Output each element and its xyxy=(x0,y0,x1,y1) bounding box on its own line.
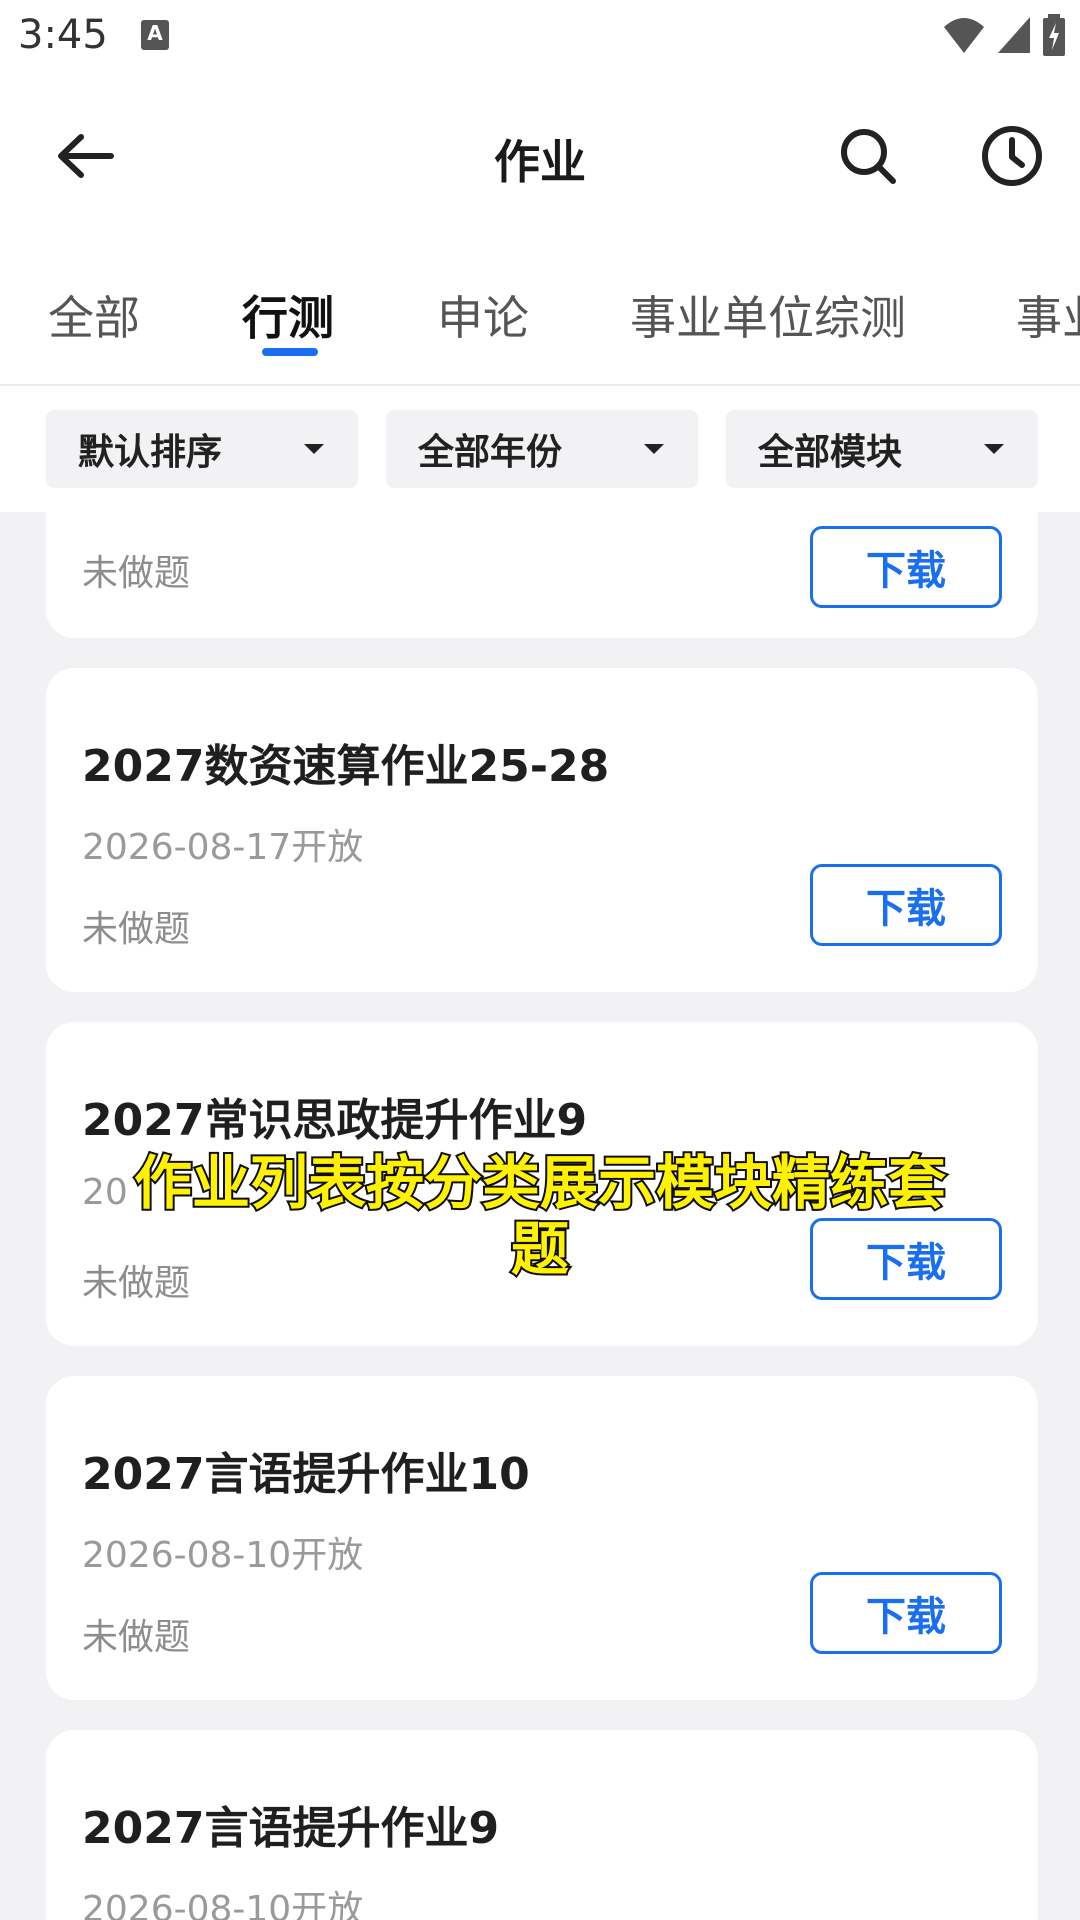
open-date: 2026-08-17开放 xyxy=(82,827,364,868)
homework-title: 2027言语提升作业9 xyxy=(82,1803,500,1854)
app-screen: 3:45 A 作业 全部 行测 申论 事业单位综测 事 默认排序 全部年份 全部… xyxy=(0,0,1080,1920)
status-time: 3:45 xyxy=(18,12,108,58)
status-bar: 3:45 A xyxy=(0,0,1080,76)
open-date: 2026-08-10开放 xyxy=(82,1889,364,1920)
tab-shiye[interactable]: 事业 xyxy=(1016,282,1080,348)
clock-icon xyxy=(982,126,1042,186)
year-dropdown-label: 全部年份 xyxy=(418,432,563,473)
wifi-icon xyxy=(944,18,984,53)
search-button[interactable] xyxy=(834,122,902,190)
status-icons xyxy=(942,14,1066,56)
homework-title: 2027言语提升作业10 xyxy=(82,1449,530,1500)
completion-status: 未做题 xyxy=(82,909,191,950)
caret-down-icon xyxy=(644,444,664,454)
video-caption: 作业列表按分类展示模块精练套 题 xyxy=(60,1148,1020,1284)
tab-shenlun[interactable]: 申论 xyxy=(437,282,529,348)
search-icon xyxy=(841,129,896,184)
list-item[interactable]: 2027言语提升作业10 2026-08-10开放 未做题 下载 xyxy=(46,1376,1038,1700)
tab-xingce[interactable]: 行测 xyxy=(242,282,334,348)
completion-status: 未做题 xyxy=(82,1617,191,1658)
category-tabs: 全部 行测 申论 事业单位综测 事业 xyxy=(0,236,1080,386)
sort-dropdown[interactable]: 默认排序 xyxy=(46,410,358,488)
download-button[interactable]: 下载 xyxy=(810,864,1002,946)
caret-down-icon xyxy=(984,444,1004,454)
filter-bar: 默认排序 全部年份 全部模块 xyxy=(0,386,1080,512)
list-item[interactable]: 2027数资速算作业25-28 2026-08-17开放 未做题 下载 xyxy=(46,668,1038,992)
history-button[interactable] xyxy=(978,122,1046,190)
caption-line-1: 作业列表按分类展示模块精练套 xyxy=(132,1148,948,1218)
page-title: 作业 xyxy=(494,135,586,189)
sort-dropdown-label: 默认排序 xyxy=(78,432,223,473)
caret-down-icon xyxy=(304,444,324,454)
app-header: 作业 xyxy=(0,76,1080,236)
download-button[interactable]: 下载 xyxy=(810,526,1002,608)
cell-signal-icon xyxy=(998,17,1030,53)
battery-icon xyxy=(1043,14,1065,56)
list-item[interactable]: 2027言语提升作业9 2026-08-10开放 xyxy=(46,1730,1038,1920)
completion-status: 未做题 xyxy=(82,553,191,594)
notification-icon: A xyxy=(141,20,169,50)
download-button[interactable]: 下载 xyxy=(810,1572,1002,1654)
homework-title: 2027数资速算作业25-28 xyxy=(82,741,610,792)
tab-shiye-zongce[interactable]: 事业单位综测 xyxy=(630,282,906,348)
module-dropdown-label: 全部模块 xyxy=(758,432,903,473)
list-item[interactable]: 未做题 下载 xyxy=(46,512,1038,638)
module-dropdown[interactable]: 全部模块 xyxy=(726,410,1038,488)
open-date: 2026-08-10开放 xyxy=(82,1535,364,1576)
active-tab-indicator xyxy=(262,348,318,356)
year-dropdown[interactable]: 全部年份 xyxy=(386,410,698,488)
caption-line-2: 题 xyxy=(509,1214,571,1284)
tab-all[interactable]: 全部 xyxy=(48,282,140,348)
homework-title: 2027常识思政提升作业9 xyxy=(82,1095,588,1146)
